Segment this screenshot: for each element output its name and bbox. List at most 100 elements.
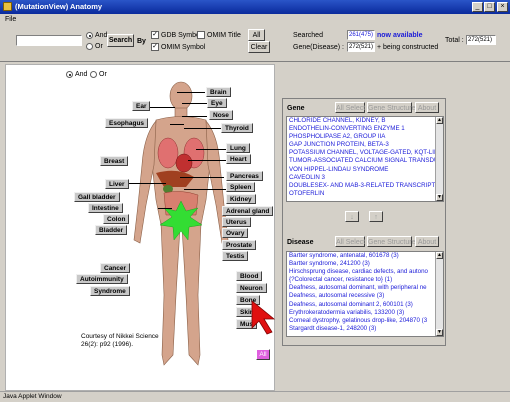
gene-list[interactable]: CHLORIDE CHANNEL, KIDNEY, B ENDOTHELIN-C… <box>286 116 444 202</box>
searched-label: Searched <box>293 32 323 39</box>
list-item[interactable]: POTASSIUM CHANNEL, VOLTAGE-GATED, KQT-LI… <box>287 149 443 157</box>
gene-list-scrollbar[interactable]: ▲ ▼ <box>435 117 443 201</box>
list-item[interactable]: CAVEOLIN 3 <box>287 174 443 182</box>
organ-breast-button[interactable]: Breast <box>100 156 129 166</box>
list-item[interactable]: PHOSPHOLIPASE A2, GROUP IIA <box>287 133 443 141</box>
omim-title-label: OMIM Title <box>207 32 241 39</box>
organ-spleen-button[interactable]: Spleen <box>226 182 256 192</box>
searched-value: 261(475) <box>347 30 375 40</box>
scroll-down-icon[interactable]: ▼ <box>436 329 443 336</box>
list-item[interactable]: ENDOTHELIN-CONVERTING ENZYME 1 <box>287 125 443 133</box>
disease-section-label: Disease <box>287 239 314 246</box>
total-label: Total : <box>445 37 464 44</box>
organ-kidney-button[interactable]: Kidney <box>226 194 256 204</box>
gene-structure-button[interactable]: Gene Structure <box>367 102 415 113</box>
organ-esophagus-button[interactable]: Esophagus <box>105 118 149 128</box>
and-label: And <box>95 32 108 39</box>
organ-lung-button[interactable]: Lung <box>226 143 250 153</box>
disease-gene-structure-button[interactable]: Gene Structure <box>367 236 415 247</box>
list-item[interactable]: {?Colorectal cancer, resistance to} (1) <box>287 276 443 284</box>
list-item[interactable]: OTOFERLIN <box>287 190 443 198</box>
gene-disease-value: 272(521) <box>347 42 375 52</box>
list-item[interactable]: Corneal dystrophy, gelatinous drop-like,… <box>287 317 443 325</box>
disease-list[interactable]: Bartter syndrome, antenatal, 601678 (3) … <box>286 251 444 337</box>
search-input[interactable] <box>16 35 82 46</box>
anatomy-all-button[interactable]: All <box>256 349 270 360</box>
organ-syndrome-button[interactable]: Syndrome <box>90 286 130 296</box>
organ-pancreas-button[interactable]: Pancreas <box>226 171 263 181</box>
organ-intestine-button[interactable]: Intestine <box>88 203 123 213</box>
and-radio[interactable] <box>86 32 93 39</box>
list-item[interactable]: Hirschsprung disease, cardiac defects, a… <box>287 268 443 276</box>
organ-brain-button[interactable]: Brain <box>206 87 231 97</box>
status-bar: Java Applet Window <box>0 391 510 402</box>
organ-blood-button[interactable]: Blood <box>236 271 263 281</box>
list-item[interactable]: Erythrokeratodermia variabilis, 133200 (… <box>287 309 443 317</box>
list-item[interactable]: TUMOR-ASSOCIATED CALCIUM SIGNAL TRANSDU <box>287 157 443 165</box>
list-item[interactable]: Deafness, autosomal dominant, with perip… <box>287 284 443 292</box>
omim-title-checkbox[interactable] <box>197 31 205 39</box>
organ-adrenal-gland-button[interactable]: Adrenal gland <box>222 206 274 216</box>
organ-prostate-button[interactable]: Prostate <box>222 240 257 250</box>
list-item[interactable]: Deafness, autosomal recessive (3) <box>287 292 443 300</box>
organ-neuron-button[interactable]: Neuron <box>236 283 267 293</box>
organ-cancer-button[interactable]: Cancer <box>100 263 131 273</box>
all-button[interactable]: All <box>248 29 265 41</box>
clear-button[interactable]: Clear <box>248 41 270 53</box>
credit-line-2: 26(2): p92 (1996). <box>81 341 134 348</box>
now-available-label: now available <box>377 32 423 39</box>
omim-symbol-checkbox[interactable]: ✓ <box>151 43 159 51</box>
move-down-button[interactable]: ↓ <box>345 211 359 222</box>
pointer-arrow-icon <box>251 300 276 335</box>
java-cup-icon <box>3 2 12 11</box>
disease-all-select-button[interactable]: All Select <box>335 236 365 247</box>
organ-nose-button[interactable]: Nose <box>209 110 233 120</box>
list-item[interactable]: CHLORIDE CHANNEL, KIDNEY, B <box>287 117 443 125</box>
menu-file[interactable]: File <box>5 16 16 23</box>
status-text: Java Applet Window <box>3 393 62 400</box>
list-item[interactable]: Stargardt disease-1, 248200 (3) <box>287 325 443 333</box>
gene-disease-label: Gene(Disease) : <box>293 44 344 51</box>
gdb-symbol-label: GDB Symbol <box>161 32 202 39</box>
organ-gall-bladder-button[interactable]: Gall bladder <box>74 192 120 202</box>
list-item[interactable]: GAP JUNCTION PROTEIN, BETA-3 <box>287 141 443 149</box>
being-constructed-label: + being constructed <box>377 44 439 51</box>
list-item[interactable]: Deafness, autosomal dominant 2, 600101 (… <box>287 301 443 309</box>
list-item[interactable]: Bartter syndrome, 241200 (3) <box>287 260 443 268</box>
scroll-up-icon[interactable]: ▲ <box>436 117 443 124</box>
organ-testis-button[interactable]: Testis <box>222 251 249 261</box>
move-up-button[interactable]: ↑ <box>369 211 383 222</box>
list-item[interactable]: Bartter syndrome, antenatal, 601678 (3) <box>287 252 443 260</box>
organ-autoimmunity-button[interactable]: Autoimmunity <box>76 274 128 284</box>
organ-liver-button[interactable]: Liver <box>105 179 129 189</box>
menu-bar: File <box>0 14 510 26</box>
or-radio[interactable] <box>86 43 93 50</box>
organ-bladder-button[interactable]: Bladder <box>95 225 128 235</box>
organ-heart-button[interactable]: Heart <box>226 154 251 164</box>
by-label: By <box>137 38 146 45</box>
list-item[interactable]: VON HIPPEL-LINDAU SYNDROME <box>287 166 443 174</box>
organ-ear-button[interactable]: Ear <box>132 101 151 111</box>
gene-all-select-button[interactable]: All Select <box>335 102 365 113</box>
organ-ovary-button[interactable]: Ovary <box>222 228 249 238</box>
search-button[interactable]: Search <box>107 34 134 47</box>
maximize-icon[interactable]: □ <box>484 2 495 12</box>
organ-uterus-button[interactable]: Uterus <box>222 217 251 227</box>
disease-about-button[interactable]: About <box>415 236 439 247</box>
gene-about-button[interactable]: About <box>415 102 439 113</box>
list-item[interactable]: DOUBLESEX- AND MAB-3-RELATED TRANSCRIPT <box>287 182 443 190</box>
omim-symbol-label: OMIM Symbol <box>161 44 206 51</box>
toolbar-divider <box>0 61 510 62</box>
scroll-up-icon[interactable]: ▲ <box>436 252 443 259</box>
window-title: (MutationView) Anatomy <box>15 2 103 11</box>
disease-list-scrollbar[interactable]: ▲ ▼ <box>435 252 443 336</box>
results-panel: Gene All Select Gene Structure About CHL… <box>282 98 446 346</box>
scroll-down-icon[interactable]: ▼ <box>436 194 443 201</box>
organ-thyroid-button[interactable]: Thyroid <box>221 123 253 133</box>
anatomy-panel: And Or Brain Eye Ear Nose Esophagus Thyr… <box>5 64 276 391</box>
gdb-symbol-checkbox[interactable]: ✓ <box>151 31 159 39</box>
close-icon[interactable]: × <box>497 2 508 12</box>
organ-eye-button[interactable]: Eye <box>207 98 227 108</box>
minimize-icon[interactable]: _ <box>472 2 483 12</box>
organ-colon-button[interactable]: Colon <box>103 214 130 224</box>
